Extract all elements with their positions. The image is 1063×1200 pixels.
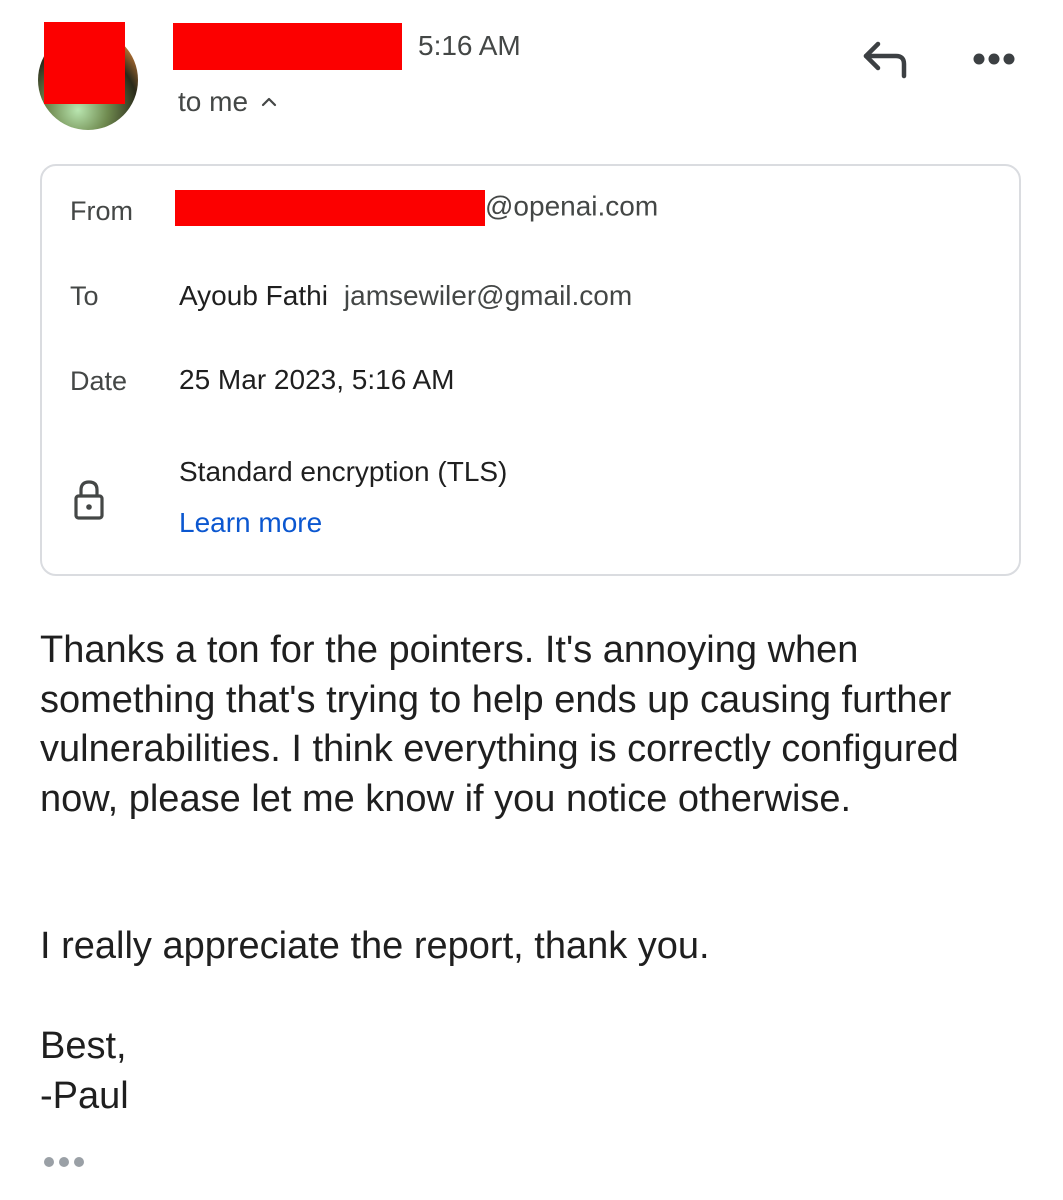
message-paragraph-1: Thanks a ton for the pointers. It's anno… [40,629,959,820]
learn-more-link[interactable]: Learn more [179,507,322,539]
signature-block: Best, -Paul [40,1022,129,1121]
date-label: Date [70,366,128,396]
ellipsis-icon[interactable] [42,1155,86,1169]
recipient-details-toggle[interactable]: to me [178,86,278,118]
from-value: @openai.com [175,190,658,226]
message-paragraph-2: I really appreciate the report, thank yo… [40,925,710,967]
signoff: Best, [40,1025,127,1067]
from-label: From [70,196,133,226]
lock-icon [74,480,104,520]
avatar-redaction [44,22,125,104]
signature-name: -Paul [40,1074,129,1117]
sender-name-redaction [173,23,402,70]
date-value: 25 Mar 2023, 5:16 AM [179,364,455,395]
message-details-panel: From @openai.com To Ayoub Fathi jamsewile… [40,164,1021,576]
to-label: To [70,281,99,311]
to-name: Ayoub Fathi [179,280,328,311]
message-body: Thanks a ton for the pointers. It's anno… [40,626,1030,824]
recipient-summary: to me [178,86,249,117]
chevron-up-icon [261,97,277,107]
from-domain: @openai.com [485,190,659,222]
from-address-redaction [175,190,485,226]
reply-icon[interactable] [860,38,912,82]
more-horizontal-icon[interactable] [968,44,1018,74]
encryption-text: Standard encryption (TLS) [179,456,508,487]
message-time: 5:16 AM [418,30,521,61]
to-value: Ayoub Fathi jamsewiler@gmail.com [179,280,632,312]
to-email: jamsewiler@gmail.com [343,280,633,311]
